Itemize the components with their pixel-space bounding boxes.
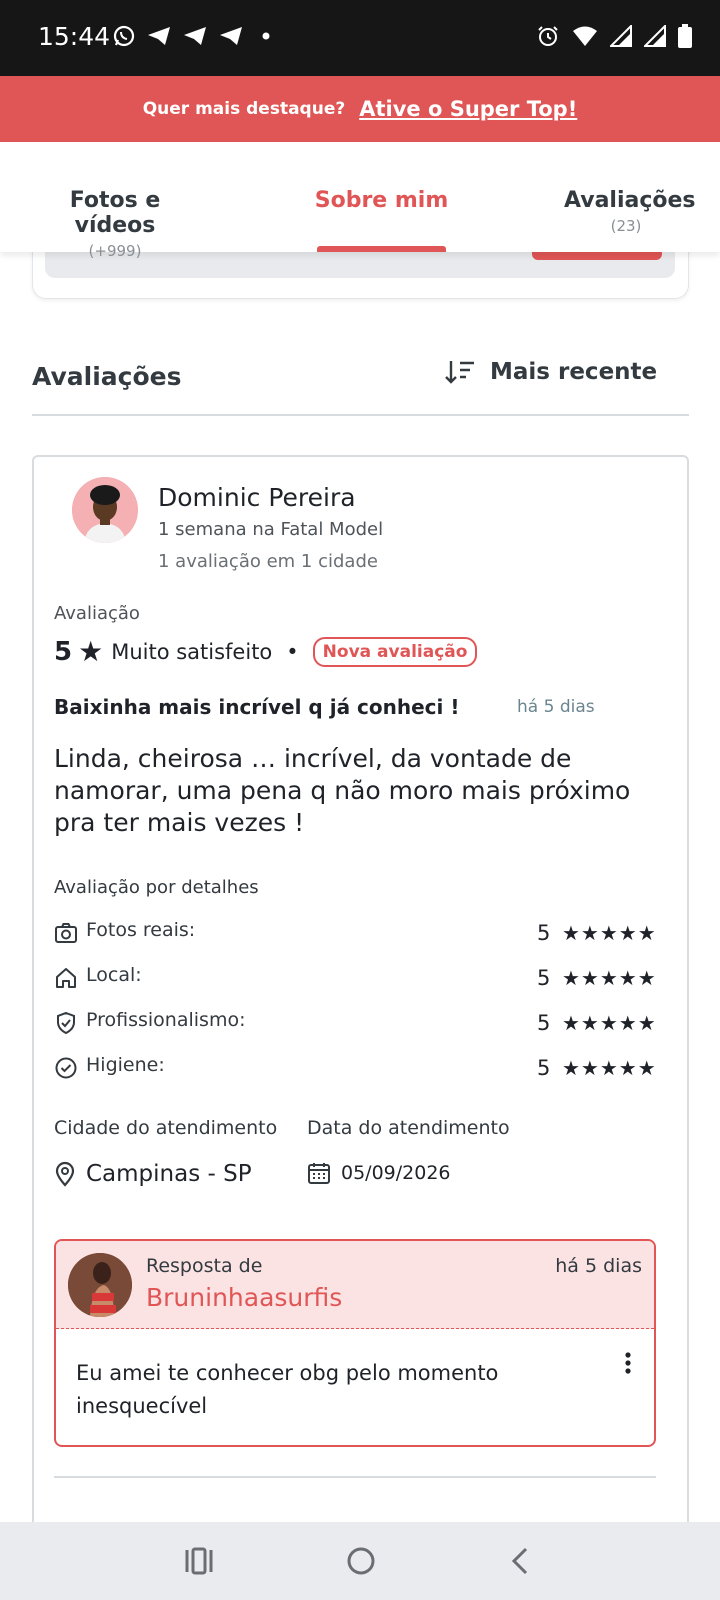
date-value-row: 05/09/2026 [307, 1161, 451, 1185]
tab-count: (23) [610, 217, 642, 235]
avatar[interactable] [72, 477, 138, 543]
recent-apps-icon[interactable] [184, 1544, 214, 1578]
tab-about-me[interactable]: Sobre mim [311, 188, 452, 213]
separator-dot: • [286, 639, 299, 664]
tab-label: Avaliações [564, 188, 696, 213]
rating-text: Muito satisfeito [111, 639, 273, 664]
status-bar: 15:44 [0, 0, 720, 76]
rating-value: 5 [54, 636, 73, 667]
status-time: 15:44 [38, 22, 111, 51]
avatar-illustration [72, 477, 138, 543]
detail-stars: ★★★★★ [562, 1056, 657, 1080]
telegram-icon [184, 27, 206, 45]
telegram-icon [220, 27, 242, 45]
reply-author[interactable]: Bruninhaasurfis [146, 1283, 342, 1312]
detail-score: 5 [537, 1011, 551, 1035]
promo-question: Quer mais destaque? [142, 99, 346, 119]
city-value-row: Campinas - SP [54, 1161, 252, 1187]
promo-banner: Quer mais destaque? Ative o Super Top! [0, 76, 720, 142]
rating-label: Avaliação [54, 603, 140, 624]
reviews-header: Avaliações Mais recente [32, 352, 689, 416]
notification-icons [112, 24, 274, 48]
detail-score: 5 [537, 966, 551, 990]
detail-stars: ★★★★★ [562, 921, 657, 945]
sort-descending-icon [445, 361, 474, 384]
detail-row-photos: Fotos reais: 5 ★★★★★ [54, 919, 657, 949]
camera-icon [55, 923, 77, 943]
alarm-icon [538, 26, 558, 46]
reviewer-name[interactable]: Dominic Pereira [158, 483, 356, 512]
back-icon[interactable] [508, 1544, 532, 1578]
detail-stars: ★★★★★ [562, 966, 657, 990]
owner-reply: Resposta de Bruninhaasurfis há 5 dias Eu… [54, 1239, 656, 1447]
review-title: Baixinha mais incrível q já conheci ! [54, 695, 460, 719]
detail-name: Local: [86, 964, 142, 986]
details-label: Avaliação por detalhes [54, 877, 259, 898]
detail-name: Fotos reais: [86, 919, 196, 941]
new-review-badge: Nova avaliação [312, 636, 478, 667]
home-circle-icon[interactable] [344, 1544, 378, 1578]
super-top-link[interactable]: Ative o Super Top! [359, 97, 577, 121]
review-card: Dominic Pereira 1 semana na Fatal Model … [32, 455, 689, 1600]
reply-message: Eu amei te conhecer obg pelo momento ine… [76, 1361, 499, 1418]
rating-row: 5 ★ Muito satisfeito • Nova avaliação [54, 635, 478, 668]
battery-icon [678, 24, 692, 48]
active-tab-indicator [317, 246, 446, 252]
card-divider [54, 1476, 656, 1478]
reviewer-tenure: 1 semana na Fatal Model [158, 519, 384, 540]
whatsapp-icon [113, 25, 135, 47]
tab-count: (+999) [88, 242, 142, 260]
tab-reviews[interactable]: Avaliações (23) [564, 188, 696, 235]
sort-label: Mais recente [490, 359, 658, 385]
reply-time-ago: há 5 dias [555, 1255, 642, 1277]
review-body: Linda, cheirosa … incrível, da vontade d… [54, 744, 631, 837]
star-icon: ★ [78, 635, 104, 668]
review-time-ago: há 5 dias [517, 697, 595, 717]
dot-icon [262, 32, 270, 40]
detail-row-hygiene: Higiene: 5 ★★★★★ [54, 1054, 657, 1084]
avatar[interactable] [68, 1253, 132, 1317]
signal-icon [644, 25, 666, 47]
sort-button[interactable]: Mais recente [444, 358, 657, 386]
reply-avatar-photo [68, 1253, 132, 1317]
detail-score: 5 [537, 921, 551, 945]
home-icon [56, 968, 76, 988]
signal-icon [610, 25, 632, 47]
reviews-title: Avaliações [32, 362, 182, 391]
wifi-icon [573, 26, 597, 46]
city-header: Cidade do atendimento [54, 1117, 278, 1139]
detail-score: 5 [537, 1056, 551, 1080]
check-circle-icon [55, 1057, 77, 1079]
detail-row-location: Local: 5 ★★★★★ [54, 964, 657, 994]
detail-row-professionalism: Profissionalismo: 5 ★★★★★ [54, 1009, 657, 1039]
date-value: 05/09/2026 [341, 1162, 451, 1184]
profile-tabs: Fotos e vídeos (+999) Sobre mim Avaliaçõ… [0, 142, 720, 260]
calendar-icon [308, 1163, 330, 1184]
location-pin-icon [55, 1161, 75, 1187]
tab-label: Sobre mim [314, 188, 449, 213]
reviewer-review-count: 1 avaliação em 1 cidade [158, 551, 378, 572]
more-options-icon[interactable] [624, 1351, 632, 1375]
system-icons [536, 24, 692, 48]
tab-photos-videos[interactable]: Fotos e vídeos (+999) [32, 188, 198, 260]
tab-label: Fotos e vídeos [69, 188, 161, 238]
reply-header: Resposta de Bruninhaasurfis há 5 dias [56, 1241, 654, 1329]
date-header: Data do atendimento [307, 1117, 510, 1139]
shield-check-icon [57, 1011, 75, 1035]
system-nav-bar [0, 1522, 720, 1600]
detail-name: Profissionalismo: [86, 1009, 246, 1031]
reply-from-label: Resposta de [146, 1255, 263, 1277]
detail-name: Higiene: [86, 1054, 165, 1076]
city-value: Campinas - SP [86, 1161, 252, 1187]
detail-stars: ★★★★★ [562, 1011, 657, 1035]
telegram-icon [148, 27, 170, 45]
